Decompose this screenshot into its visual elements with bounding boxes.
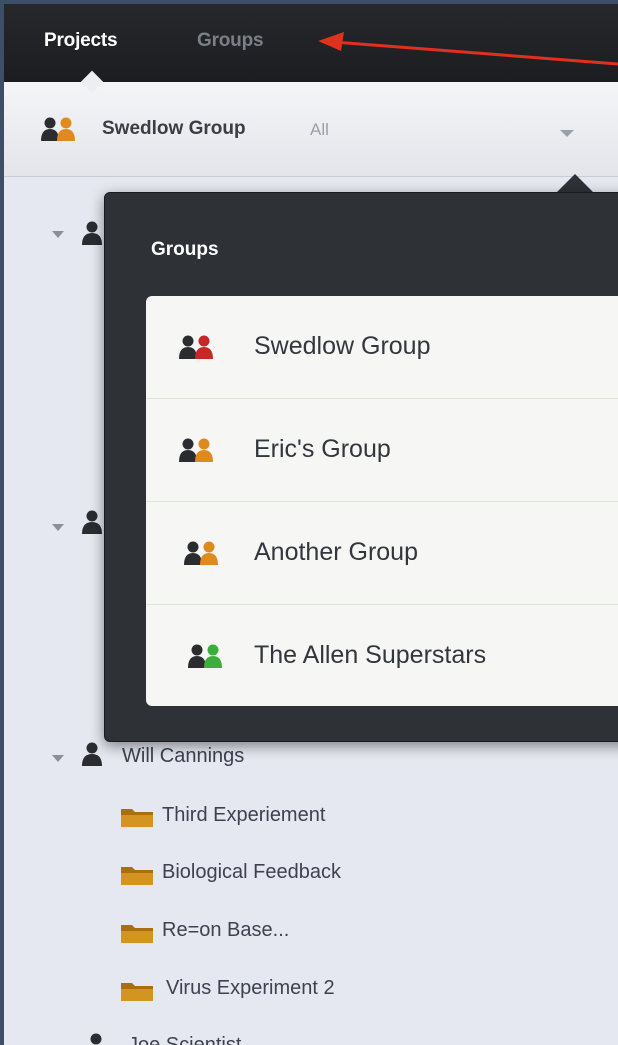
groups-popover: Groups Swedlow Group Eric's Group Anothe… (104, 192, 618, 742)
tree-folder[interactable]: Virus Experiment 2 (166, 977, 335, 1000)
collapse-triangle-icon[interactable] (52, 524, 64, 531)
chevron-down-icon[interactable] (560, 130, 574, 137)
group-filter-label: All (310, 120, 329, 139)
group-option-eric[interactable]: Eric's Group (146, 399, 618, 502)
folder-icon (120, 806, 154, 833)
group-icon (183, 540, 227, 571)
popover-pointer (555, 174, 595, 194)
group-option-label: Eric's Group (254, 435, 391, 463)
tree-user-name[interactable]: Will Cannings (122, 745, 244, 768)
group-icon (187, 643, 231, 674)
group-icon (178, 334, 222, 365)
folder-icon (120, 864, 154, 891)
popover-title: Groups (151, 239, 219, 260)
group-option-label: The Allen Superstars (254, 641, 487, 669)
groups-list: Swedlow Group Eric's Group Another Group… (146, 296, 618, 706)
group-option-allen[interactable]: The Allen Superstars (146, 605, 618, 706)
tree-folder[interactable]: Biological Feedback (162, 861, 341, 884)
group-icon (40, 116, 84, 147)
collapse-triangle-icon[interactable] (52, 231, 64, 238)
user-icon (82, 221, 102, 250)
folder-icon (120, 980, 154, 1007)
group-option-label: Swedlow Group (254, 332, 431, 360)
user-icon (82, 510, 102, 539)
folder-icon (120, 922, 154, 949)
group-option-swedlow[interactable]: Swedlow Group (146, 296, 618, 399)
tree-folder[interactable]: Third Experiement (162, 804, 325, 827)
user-icon (82, 742, 102, 771)
group-option-label: Another Group (254, 538, 418, 566)
user-icon (86, 1033, 106, 1045)
group-icon (178, 437, 222, 468)
tree-folder[interactable]: Re=on Base... (162, 919, 289, 942)
selected-group-name: Swedlow Group (102, 118, 246, 139)
group-option-another[interactable]: Another Group (146, 502, 618, 605)
app-window: Projects Groups Swedlow Group All Will C… (0, 0, 618, 1045)
collapse-triangle-icon[interactable] (52, 755, 64, 762)
tree-user-name[interactable]: Joe Scientist (128, 1034, 241, 1045)
